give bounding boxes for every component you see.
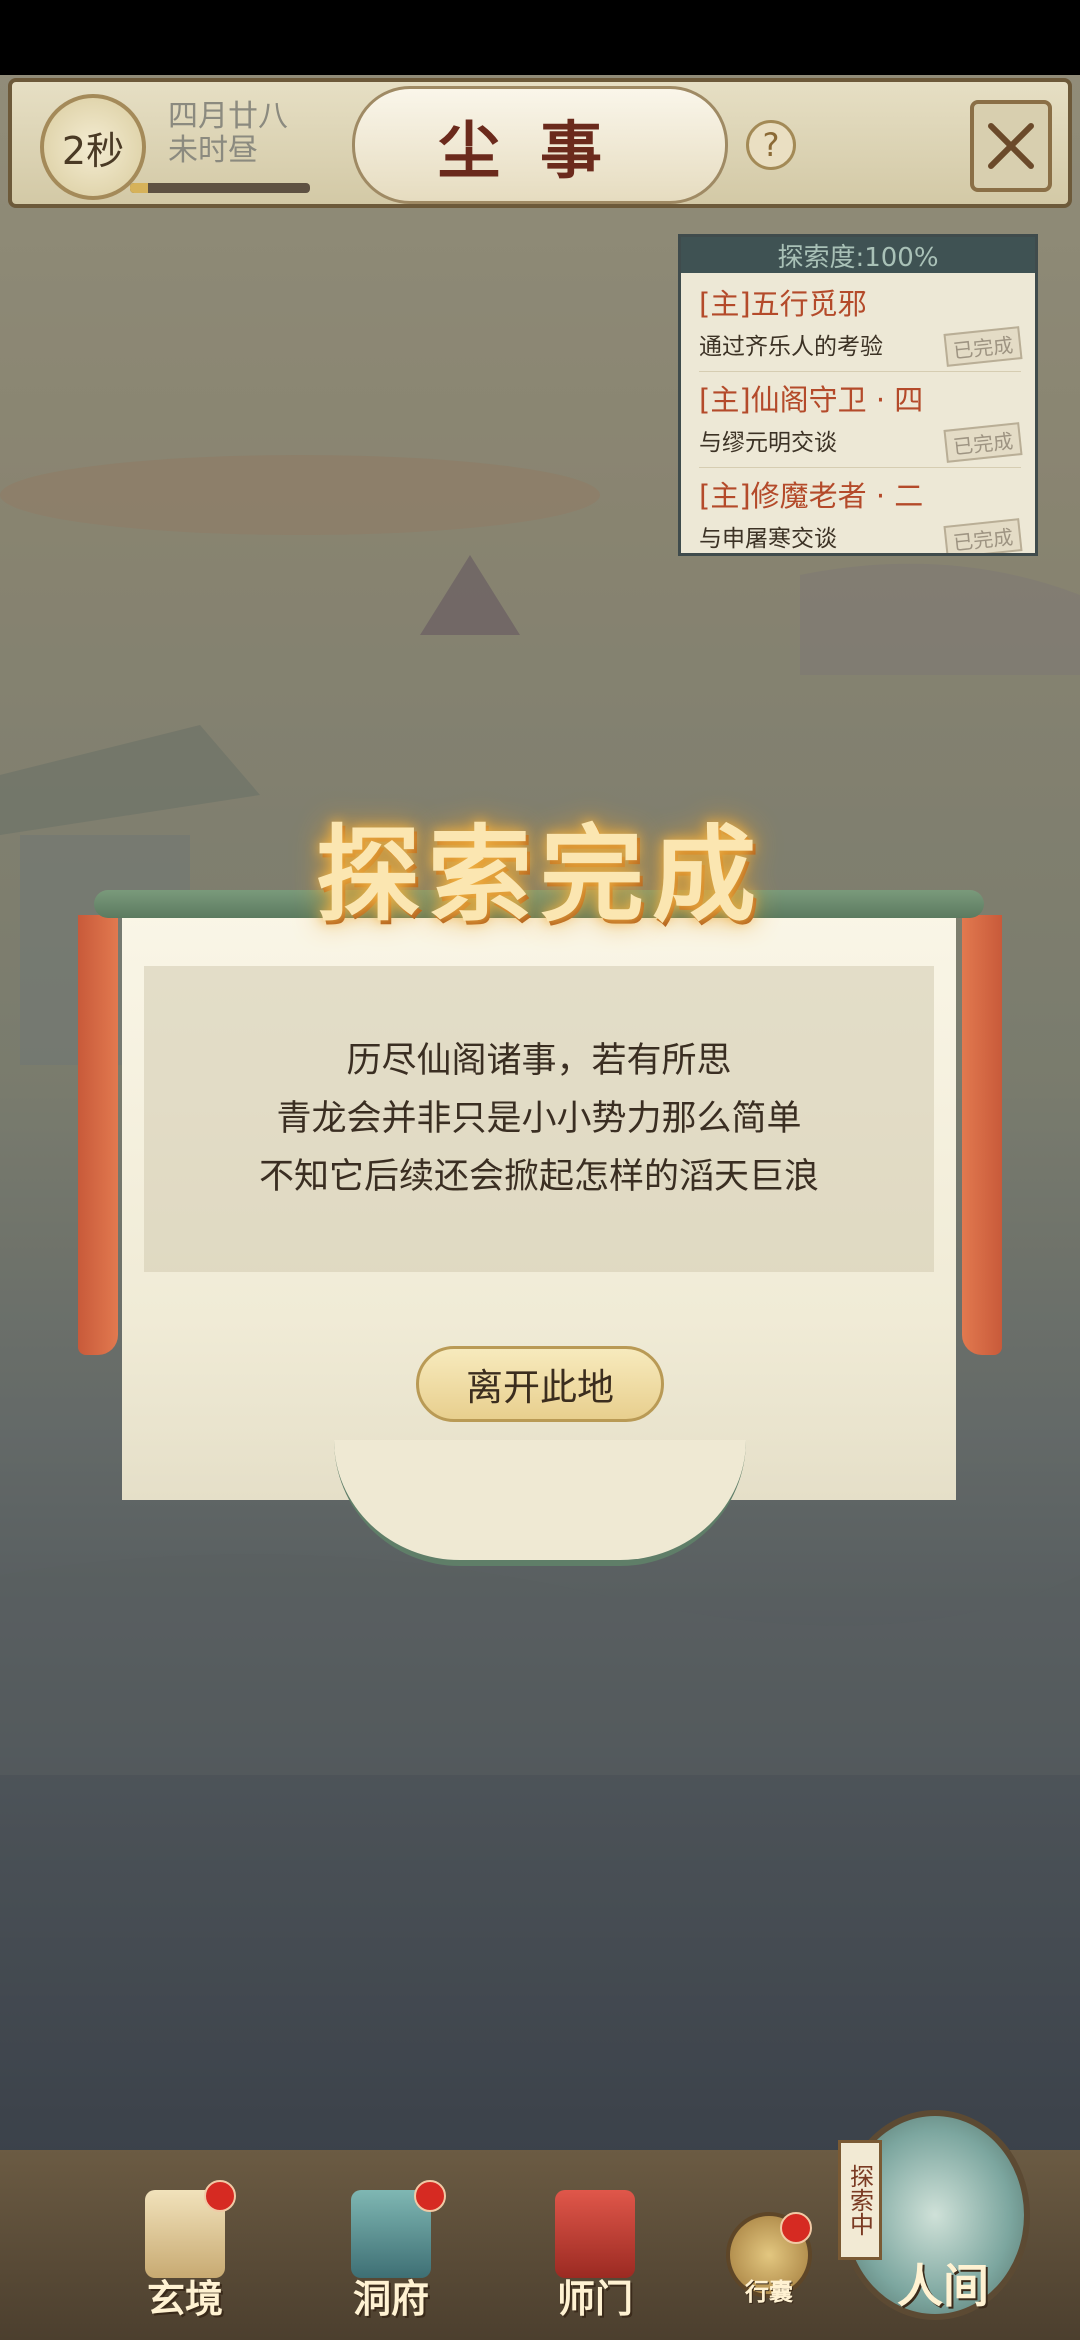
close-button[interactable] <box>970 100 1052 192</box>
notification-badge <box>780 2212 812 2244</box>
exploring-tag: 探索中 <box>838 2140 882 2260</box>
right-ribbon <box>962 915 1002 1355</box>
quest-item[interactable]: [主]修魔老者 · 二 与申屠寒交谈 已完成 <box>699 473 1023 553</box>
left-ribbon <box>78 915 118 1355</box>
quest-item[interactable]: [主]五行觅邪 通过齐乐人的考验 已完成 <box>699 281 1023 372</box>
nav-item-dongfu[interactable]: 洞府 <box>326 2180 456 2330</box>
message-line: 青龙会并非只是小小势力那么简单 <box>276 1099 802 1139</box>
nav-label: 玄境 <box>146 2276 223 2321</box>
message-line: 不知它后续还会掀起怎样的滔天巨浪 <box>258 1157 819 1197</box>
nav-item-shimen[interactable]: 师门 <box>530 2180 660 2330</box>
help-button[interactable]: ? <box>746 120 796 170</box>
quest-title: [主]五行觅邪 <box>699 287 867 321</box>
quest-item[interactable]: [主]仙阁守卫 · 四 与缪元明交谈 已完成 <box>699 377 1023 468</box>
quest-tracker-panel[interactable]: 探索度:100% [主]五行觅邪 通过齐乐人的考验 已完成 [主]仙阁守卫 · … <box>678 234 1038 556</box>
page-title: 尘事 <box>352 86 728 204</box>
modal-bottom-scroll <box>334 1440 746 1566</box>
notification-badge <box>414 2180 446 2212</box>
game-date: 四月廿八 未时昼 <box>168 100 288 168</box>
time-progress-bar <box>130 183 310 193</box>
exploration-progress-header: 探索度:100% <box>681 237 1035 273</box>
message-line: 历尽仙阁诸事，若有所思 <box>346 1041 732 1081</box>
nav-item-xuanjing[interactable]: 玄境 <box>120 2180 250 2330</box>
banner-icon <box>555 2190 635 2278</box>
world-label: 人间 <box>897 2259 989 2313</box>
crossed-swords-icon <box>988 123 1034 169</box>
notification-badge <box>204 2180 236 2212</box>
modal-title: 探索完成 <box>315 813 764 936</box>
time-line: 未时昼 <box>168 133 258 168</box>
quest-title: [主]修魔老者 · 二 <box>699 479 924 513</box>
nav-label: 洞府 <box>352 2276 429 2321</box>
leave-button[interactable]: 离开此地 <box>416 1346 664 1422</box>
date-line: 四月廿八 <box>168 99 288 134</box>
nav-label: 师门 <box>556 2276 633 2321</box>
time-progress-fill <box>130 183 148 193</box>
quest-title: [主]仙阁守卫 · 四 <box>699 383 924 417</box>
completed-stamp: 已完成 <box>943 518 1023 553</box>
bag-label: 行囊 <box>745 2278 793 2306</box>
